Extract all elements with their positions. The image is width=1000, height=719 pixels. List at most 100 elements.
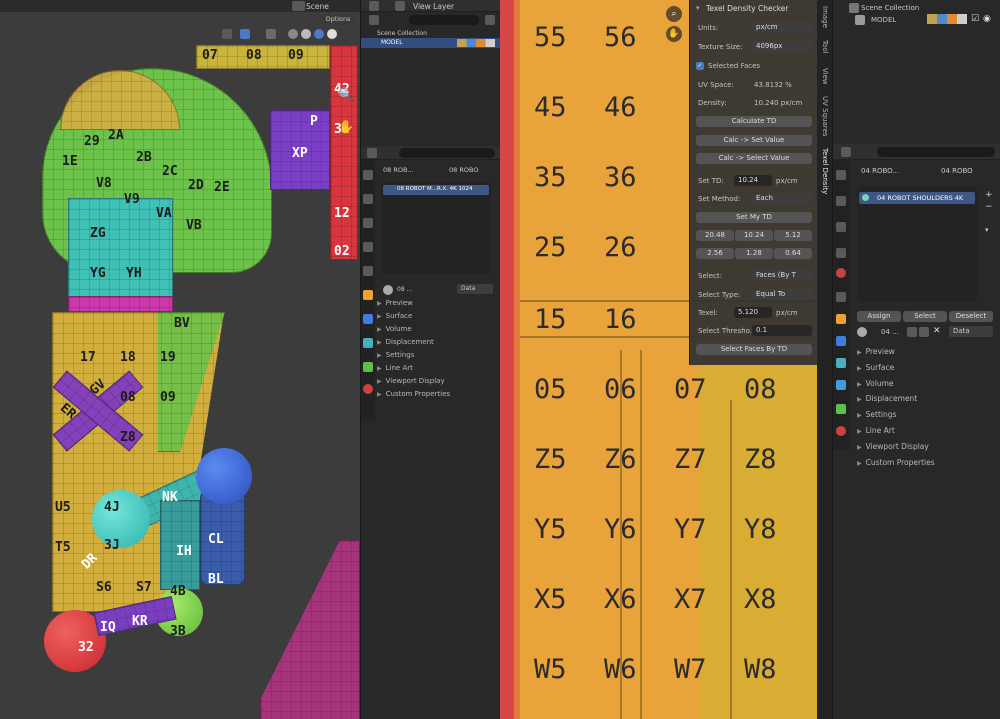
link-data-dropdown-right[interactable]: Data bbox=[949, 326, 993, 337]
tab-uv-squares[interactable]: UV Squares bbox=[821, 96, 829, 136]
material-slot-left[interactable]: 08 ROBOT M...R.X. 4K 1024 bbox=[383, 185, 489, 195]
selected-faces-checkbox[interactable]: ✓ bbox=[696, 62, 704, 70]
material-name-field-right[interactable]: 04 ... bbox=[881, 329, 899, 336]
display-mode-icon[interactable] bbox=[369, 15, 379, 25]
mesh-name-left[interactable]: 08 ROBO bbox=[449, 167, 478, 174]
gizmo-icon[interactable] bbox=[222, 29, 232, 39]
material-tab-icon[interactable] bbox=[836, 426, 846, 436]
fake-user-icon[interactable] bbox=[907, 327, 917, 337]
viewport-3d[interactable]: Scene 07 08 09 42 32 12 02 P XP 2A 2B 2C… bbox=[0, 0, 360, 719]
data-tab-icon[interactable] bbox=[836, 404, 846, 414]
section-custom-properties[interactable]: ▶ Custom Properties bbox=[377, 391, 497, 404]
preset-0-64-button[interactable]: 0.64 bbox=[774, 248, 812, 259]
modifier-tab-icon[interactable] bbox=[363, 314, 373, 324]
physics-tab-icon[interactable] bbox=[836, 380, 846, 390]
world-tab-icon[interactable] bbox=[836, 268, 846, 278]
properties-search[interactable] bbox=[399, 148, 495, 158]
texture-size-dropdown[interactable]: 4096px bbox=[752, 41, 812, 52]
object-tab-icon[interactable] bbox=[836, 314, 846, 324]
material-tab-icon[interactable] bbox=[363, 384, 373, 394]
preset-2-56-button[interactable]: 2.56 bbox=[696, 248, 734, 259]
calc-select-value-button[interactable]: Calc -> Select Value bbox=[696, 153, 812, 164]
view-layer-icon[interactable] bbox=[369, 1, 379, 11]
output-tab-icon[interactable] bbox=[363, 218, 373, 228]
select-type-dropdown[interactable]: Equal To bbox=[752, 289, 812, 300]
unlink-icon[interactable]: ✕ bbox=[933, 326, 941, 336]
tab-texel-density[interactable]: Texel Density bbox=[821, 148, 829, 194]
eye-icon[interactable]: ◉ bbox=[983, 14, 991, 24]
world-tab-icon[interactable] bbox=[363, 266, 373, 276]
properties-right-editor-icon[interactable] bbox=[841, 147, 851, 157]
section-displacement[interactable]: ▶ Displacement bbox=[857, 395, 997, 411]
section-surface[interactable]: ▶ Surface bbox=[857, 364, 997, 380]
view-layer-tab-icon[interactable] bbox=[836, 248, 846, 258]
section-viewport-display[interactable]: ▶ Viewport Display bbox=[857, 443, 997, 459]
material-name-field-left[interactable]: 08 ... bbox=[397, 287, 412, 293]
tab-tool[interactable]: Tool bbox=[821, 40, 829, 54]
duplicate-icon[interactable] bbox=[919, 327, 929, 337]
section-settings[interactable]: ▶ Settings bbox=[857, 411, 997, 427]
outliner-right-scene-collection[interactable]: Scene Collection bbox=[861, 5, 919, 12]
render-tab-icon[interactable] bbox=[363, 194, 373, 204]
material-browse-icon[interactable] bbox=[857, 327, 867, 337]
object-name-right[interactable]: 04 ROBO... bbox=[861, 168, 899, 175]
preset-10-24-button[interactable]: 10.24 bbox=[735, 230, 773, 241]
checkbox-icon[interactable]: ☑ bbox=[971, 14, 979, 24]
assign-button[interactable]: Assign bbox=[857, 311, 901, 322]
render-tab-icon[interactable] bbox=[836, 196, 846, 206]
zoom-icon[interactable]: 🔍 bbox=[338, 88, 354, 103]
panel-title[interactable]: Texel Density Checker bbox=[706, 5, 788, 13]
set-my-td-button[interactable]: Set My TD bbox=[696, 212, 812, 223]
set-method-dropdown[interactable]: Each bbox=[752, 193, 812, 204]
preset-20-48-button[interactable]: 20.48 bbox=[696, 230, 734, 241]
solid-shading-icon[interactable] bbox=[301, 29, 311, 39]
constraints-tab-icon[interactable] bbox=[836, 358, 846, 368]
outliner-right-model[interactable]: MODEL bbox=[871, 17, 896, 24]
preset-1-28-button[interactable]: 1.28 bbox=[735, 248, 773, 259]
preset-5-12-button[interactable]: 5.12 bbox=[774, 230, 812, 241]
hand-pan-icon[interactable]: ✋ bbox=[338, 120, 354, 135]
constraints-tab-icon[interactable] bbox=[363, 338, 373, 348]
data-tab-icon[interactable] bbox=[363, 362, 373, 372]
outliner-scene-collection[interactable]: Scene Collection bbox=[377, 31, 427, 37]
funnel-icon[interactable] bbox=[485, 15, 495, 25]
tab-image[interactable]: Image bbox=[821, 6, 829, 28]
remove-slot-icon[interactable]: − bbox=[985, 202, 993, 212]
tool-tab-icon[interactable] bbox=[363, 170, 373, 180]
output-tab-icon[interactable] bbox=[836, 222, 846, 232]
add-slot-icon[interactable]: + bbox=[985, 190, 993, 200]
calculate-td-button[interactable]: Calculate TD bbox=[696, 116, 812, 127]
outliner-search[interactable] bbox=[409, 15, 479, 25]
panel-collapse-icon[interactable]: ▾ bbox=[696, 5, 700, 12]
view-layer-tab-icon[interactable] bbox=[363, 242, 373, 252]
object-tab-icon[interactable] bbox=[363, 290, 373, 300]
tab-view[interactable]: View bbox=[821, 68, 829, 85]
view-layer-name[interactable]: View Layer bbox=[413, 3, 454, 11]
xray-icon[interactable] bbox=[266, 29, 276, 39]
editor-type-icon[interactable] bbox=[292, 1, 305, 11]
collection-tab-icon[interactable] bbox=[836, 292, 846, 302]
set-td-input[interactable]: 10.24 bbox=[734, 175, 772, 186]
uv-pan-icon[interactable]: ✋ bbox=[666, 26, 682, 42]
modifier-tab-icon[interactable] bbox=[836, 336, 846, 346]
material-shading-icon[interactable] bbox=[314, 29, 324, 39]
threshold-input[interactable]: 0.1 bbox=[752, 325, 812, 336]
section-volume[interactable]: ▶ Volume bbox=[857, 379, 997, 396]
properties-right-search[interactable] bbox=[877, 147, 995, 157]
wireframe-shading-icon[interactable] bbox=[288, 29, 298, 39]
rendered-shading-icon[interactable] bbox=[327, 29, 337, 39]
object-name-left[interactable]: 08 ROB... bbox=[383, 167, 414, 174]
scene-name[interactable]: Scene bbox=[306, 3, 329, 11]
link-data-dropdown-left[interactable]: Data bbox=[457, 284, 493, 294]
outliner-row-model[interactable]: MODEL bbox=[361, 38, 501, 48]
select-dropdown[interactable]: Faces (By T bbox=[752, 270, 812, 281]
deselect-button[interactable]: Deselect bbox=[949, 311, 993, 322]
mesh-name-right[interactable]: 04 ROBO bbox=[941, 168, 973, 175]
calc-set-value-button[interactable]: Calc -> Set Value bbox=[696, 135, 812, 146]
select-faces-by-td-button[interactable]: Select Faces By TD bbox=[696, 344, 812, 355]
texel-input[interactable]: 5.120 bbox=[734, 307, 772, 318]
options-button[interactable]: Options bbox=[321, 14, 355, 25]
select-button[interactable]: Select bbox=[903, 311, 947, 322]
tool-tab-icon[interactable] bbox=[836, 170, 846, 180]
section-line-art[interactable]: ▶ Line Art bbox=[857, 427, 997, 443]
